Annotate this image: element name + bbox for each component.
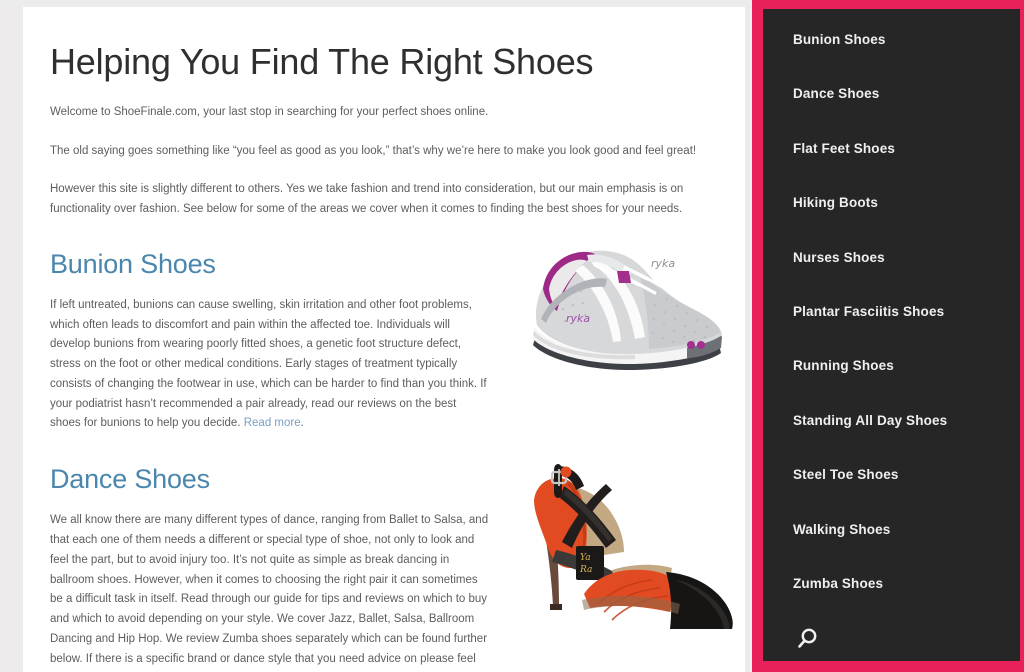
intro-paragraph-3: However this site is slightly different …	[50, 182, 684, 215]
section-dance-shoes: Dance Shoes We all know there are many d…	[23, 434, 745, 672]
sidebar-accent-border: Bunion Shoes Dance Shoes Flat Feet Shoes…	[752, 0, 1024, 672]
page-title: Helping You Find The Right Shoes	[50, 41, 594, 82]
dance-shoe-image: Ya Ra	[520, 444, 740, 630]
sidebar-item-standing-all-day-shoes[interactable]: Standing All Day Shoes	[763, 407, 1020, 461]
sidebar-item-steel-toe-shoes[interactable]: Steel Toe Shoes	[763, 461, 1020, 515]
sidebar-item-bunion-shoes[interactable]: Bunion Shoes	[763, 26, 1020, 80]
bunion-shoe-image: ryka ryka	[521, 226, 731, 377]
section-text-suffix: .	[300, 417, 304, 430]
sidebar-item-nurses-shoes[interactable]: Nurses Shoes	[763, 244, 1020, 298]
svg-text:ryka: ryka	[651, 257, 675, 270]
sidebar-item-running-shoes[interactable]: Running Shoes	[763, 352, 1020, 406]
section-text: We all know there are many different typ…	[50, 514, 489, 665]
sidebar-menu-frame: Bunion Shoes Dance Shoes Flat Feet Shoes…	[750, 0, 1024, 672]
svg-text:Ya: Ya	[580, 553, 591, 563]
svg-text:ryka: ryka	[566, 312, 590, 325]
section-bunion-shoes: Bunion Shoes If left untreated, bunions …	[23, 219, 745, 434]
sidebar-item-plantar-fasciitis-shoes[interactable]: Plantar Fasciitis Shoes	[763, 298, 1020, 352]
section-text: If left untreated, bunions can cause swe…	[50, 298, 487, 430]
intro-paragraph-2: The old saying goes something like “you …	[50, 144, 697, 157]
sidebar-item-dance-shoes[interactable]: Dance Shoes	[763, 80, 1020, 134]
content-sheet: Helping You Find The Right Shoes Welcome…	[23, 7, 745, 672]
svg-text:Ra: Ra	[579, 565, 592, 575]
section-body-bunion-shoes: If left untreated, bunions can cause swe…	[50, 280, 490, 434]
article: Helping You Find The Right Shoes Welcome…	[23, 7, 745, 672]
read-more-link-bunion-shoes[interactable]: Read more	[244, 417, 301, 429]
page-root: Helping You Find The Right Shoes Welcome…	[0, 0, 1024, 672]
intro-paragraph-1: Welcome to ShoeFinale.com, your last sto…	[50, 106, 489, 119]
section-body-dance-shoes: We all know there are many different typ…	[50, 495, 490, 672]
sidebar-item-flat-feet-shoes[interactable]: Flat Feet Shoes	[763, 135, 1020, 189]
search-icon[interactable]	[792, 625, 822, 655]
sidebar-menu-list: Bunion Shoes Dance Shoes Flat Feet Shoes…	[763, 26, 1020, 624]
sidebar-item-walking-shoes[interactable]: Walking Shoes	[763, 516, 1020, 570]
sidebar-item-zumba-shoes[interactable]: Zumba Shoes	[763, 570, 1020, 624]
sidebar-item-hiking-boots[interactable]: Hiking Boots	[763, 189, 1020, 243]
sidebar-menu-panel: Bunion Shoes Dance Shoes Flat Feet Shoes…	[763, 9, 1020, 661]
